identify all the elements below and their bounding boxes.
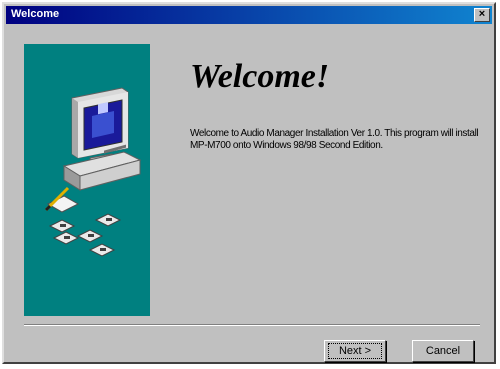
side-panel bbox=[24, 44, 150, 316]
computer-with-disks-icon bbox=[44, 87, 142, 257]
next-button-label: Next > bbox=[327, 343, 383, 359]
cancel-button[interactable]: Cancel bbox=[412, 340, 474, 362]
welcome-message: Welcome to Audio Manager Installation Ve… bbox=[190, 128, 479, 151]
installer-window: Welcome × Welcome! Welcome to Audio Mana… bbox=[2, 2, 496, 364]
title-bar[interactable]: Welcome × bbox=[6, 6, 492, 24]
page-title: Welcome! bbox=[190, 58, 330, 95]
window-title: Welcome bbox=[11, 8, 60, 20]
close-button[interactable]: × bbox=[474, 8, 490, 22]
separator bbox=[24, 324, 480, 326]
next-button[interactable]: Next > bbox=[324, 340, 386, 362]
